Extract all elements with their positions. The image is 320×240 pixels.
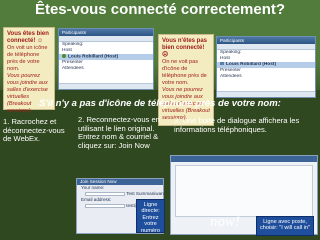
- phone-info-content: [175, 165, 313, 217]
- panel-footer: [217, 91, 315, 97]
- callout-not-connected: Vous n'êtes pas bien connecté! ☹ On ne v…: [158, 34, 214, 126]
- panel-row: Attendees: [62, 66, 84, 71]
- computer-icon: [220, 62, 224, 66]
- dialog-header: [171, 156, 317, 162]
- name-field[interactable]: [85, 191, 125, 196]
- panel-header: Participants: [59, 29, 153, 36]
- panel-row: Attendees: [220, 74, 242, 79]
- step-3: 3. Une boite de dialogue affichera les i…: [174, 116, 300, 134]
- phone-icon: [62, 54, 66, 58]
- email-field[interactable]: [85, 203, 125, 208]
- participant-name: Louis Robillard (Host): [68, 54, 119, 60]
- section-subtitle: S'il n'y a pas d'icône de téléphone près…: [39, 98, 281, 109]
- panel-footer: [59, 83, 153, 89]
- participants-panel-not-connected: Participants Speaking: Host Louis Robill…: [216, 36, 316, 98]
- panel-header: Participants: [217, 37, 315, 44]
- callout-heading: Vous êtes bien connecté! ☺: [7, 31, 49, 44]
- name-label: Your name:: [81, 185, 105, 190]
- email-label: Email address:: [81, 197, 112, 202]
- participant-name: Louis Robillard (Host): [226, 62, 277, 67]
- direct-line-badge: Ligne directe: Entrez votre numéro: [136, 199, 165, 234]
- extension-line-badge: Ligne avec poste, choisir: "I will call …: [256, 216, 314, 236]
- name-value: Test Summaniwan: [126, 191, 164, 196]
- step-2: 2. Reconnectez-vous en utilisant le lien…: [78, 115, 160, 150]
- callout-text: On ne voit pas d'icône de téléphone près…: [162, 59, 207, 86]
- callout-text: On voit un icône de téléphone près de vo…: [7, 45, 48, 72]
- callout-heading: Vous n'êtes pas bien connecté! ☹: [162, 38, 207, 58]
- now-text: now!: [210, 214, 240, 230]
- step-1: 1. Racrochez et déconnectez-vous de WebE…: [3, 117, 65, 144]
- participants-panel-connected: Participants Speaking: Host Louis Robill…: [58, 28, 154, 90]
- page-title: Êtes-vous connecté correctement?: [34, 1, 286, 18]
